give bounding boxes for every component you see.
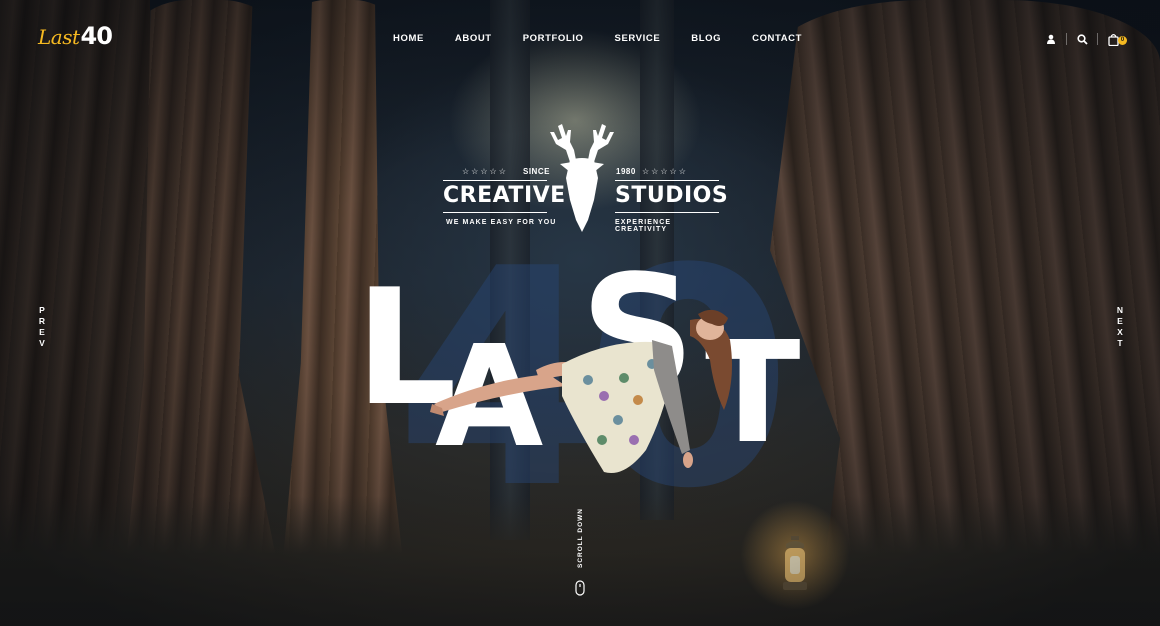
logo-script-text: Last (38, 25, 80, 49)
logo-number-text: 40 (80, 22, 113, 50)
prev-slide-button[interactable]: PREV (37, 305, 47, 349)
mouse-icon (575, 580, 585, 596)
header-divider (1066, 33, 1067, 45)
nav-item-about[interactable]: ABOUT (455, 33, 492, 45)
nav-item-home[interactable]: HOME (393, 33, 424, 45)
user-icon[interactable] (1042, 30, 1060, 48)
scroll-down-label: SCROLL DOWN (576, 508, 584, 568)
cart-icon[interactable]: 0 (1104, 30, 1127, 48)
nav-item-service[interactable]: SERVICE (615, 33, 661, 45)
nav-item-contact[interactable]: CONTACT (752, 33, 802, 45)
search-icon[interactable] (1073, 30, 1091, 48)
emblem-rule-top-right (615, 180, 719, 181)
next-slide-button[interactable]: NEXT (1115, 305, 1125, 349)
stars-right: ☆☆☆☆☆ (642, 167, 688, 176)
emblem-rule-top-left (443, 180, 547, 181)
scroll-down-button[interactable]: SCROLL DOWN (570, 508, 590, 596)
cart-count-badge: 0 (1118, 36, 1127, 45)
stars-left: ☆☆☆☆☆ (462, 167, 508, 176)
main-nav: HOME ABOUT PORTFOLIO SERVICE BLOG CONTAC… (393, 33, 833, 45)
site-logo[interactable]: Last 40 (38, 22, 113, 50)
nav-item-portfolio[interactable]: PORTFOLIO (523, 33, 584, 45)
prev-label: PREV (37, 305, 47, 349)
nav-item-blog[interactable]: BLOG (691, 33, 721, 45)
header-actions: 0 (1042, 30, 1127, 48)
floating-woman-image (430, 309, 732, 474)
header-divider (1097, 33, 1098, 45)
next-label: NEXT (1115, 305, 1125, 349)
